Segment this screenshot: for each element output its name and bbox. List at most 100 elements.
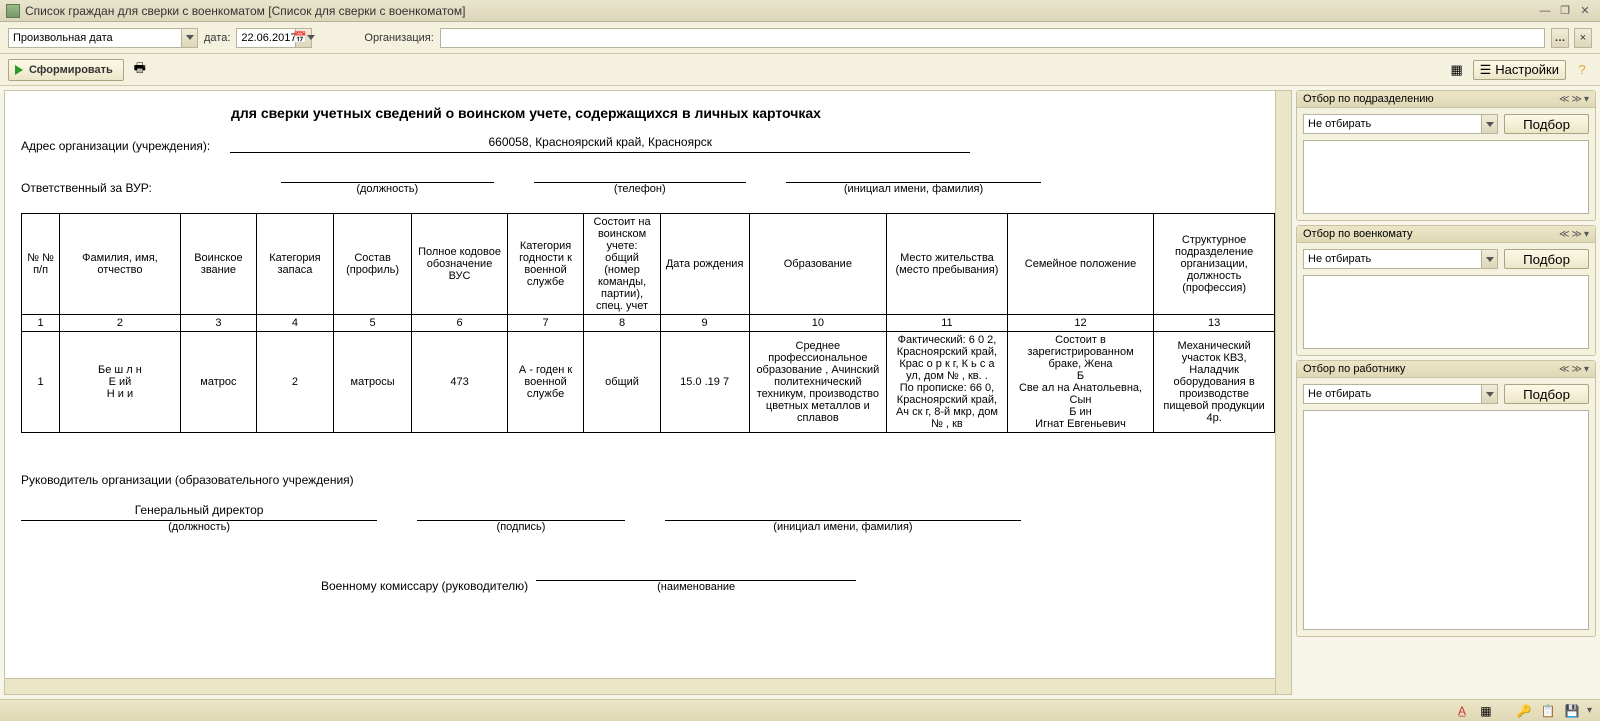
play-icon (15, 65, 23, 75)
cell-vus: 473 (412, 332, 507, 433)
report-header: для сверки учетных сведений о воинском у… (231, 105, 1275, 121)
commissar-label: Военному комиссару (руководителю) (321, 579, 528, 593)
clipboard-icon[interactable]: 📋 (1539, 703, 1557, 719)
hint-position: (должность) (281, 183, 494, 195)
hint-name: (наименование (536, 581, 856, 593)
nav-right-icon[interactable]: ≫ (1572, 364, 1582, 375)
filters-panel: Отбор по подразделению ≪ ≫ ▾ Не отбирать… (1296, 90, 1596, 695)
colnum: 6 (412, 315, 507, 332)
save-icon[interactable]: 💾 (1563, 703, 1581, 719)
chevron-down-icon[interactable] (181, 29, 197, 47)
cell-edu: Среднее профессиональное образование , А… (749, 332, 887, 433)
filter-dept: Отбор по подразделению ≪ ≫ ▾ Не отбирать… (1296, 90, 1596, 221)
colnum: 7 (507, 315, 584, 332)
date-mode-select[interactable]: Произвольная дата (8, 28, 198, 48)
key-icon[interactable]: 🔑 (1515, 703, 1533, 719)
table-icon[interactable]: ▦ (1477, 703, 1495, 719)
chevron-down-icon[interactable] (1481, 385, 1497, 403)
address-value: 660058, Красноярский край, Красноярск (230, 135, 970, 153)
nav-right-icon[interactable]: ≫ (1572, 229, 1582, 240)
print-icon[interactable]: 🖶 (130, 60, 150, 80)
filter-dept-list[interactable] (1303, 140, 1589, 214)
org-clear-button[interactable]: × (1574, 28, 1592, 48)
director-init-line (665, 503, 1021, 521)
vertical-scrollbar[interactable] (1275, 91, 1291, 694)
date-mode-value: Произвольная дата (13, 32, 113, 44)
filter-office-list[interactable] (1303, 275, 1589, 349)
settings-label: Настройки (1495, 62, 1559, 77)
help-icon[interactable]: ? (1572, 60, 1592, 80)
horizontal-scrollbar[interactable] (5, 678, 1275, 694)
org-picker-button[interactable]: … (1551, 28, 1569, 48)
col-account: Состоит на воинском учете: общий (номер … (584, 214, 660, 315)
vur-phone-line (534, 165, 747, 183)
data-table: № № п/п Фамилия, имя, отчество Воинское … (21, 213, 1275, 433)
filter-dept-mode[interactable]: Не отбирать (1303, 114, 1498, 134)
app-icon (6, 4, 20, 18)
cell-cat: 2 (257, 332, 334, 433)
col-position: Структурное подразделение организации, д… (1154, 214, 1275, 315)
filter-office-pick[interactable]: Подбор (1504, 249, 1589, 269)
hint-signature: (подпись) (417, 521, 625, 533)
col-num: № № п/п (22, 214, 60, 315)
run-label: Сформировать (29, 64, 113, 76)
date-input[interactable]: 22.06.2017 📅 (236, 28, 312, 48)
chevron-down-icon[interactable]: ▾ (1584, 229, 1589, 240)
col-family: Семейное положение (1007, 214, 1153, 315)
col-vus: Полное кодовое обозначение ВУС (412, 214, 507, 315)
window-close-icon[interactable]: ✕ (1576, 4, 1594, 18)
chevron-down-icon[interactable]: ▾ (1584, 364, 1589, 375)
cell-account: общий (584, 332, 660, 433)
filter-office-title: Отбор по военкомату (1303, 228, 1413, 240)
filter-worker: Отбор по работнику ≪ ≫ ▾ Не отбирать Под… (1296, 360, 1596, 637)
colnum: 2 (60, 315, 181, 332)
calendar-icon[interactable]: 📅 (295, 29, 311, 47)
chevron-down-icon[interactable]: ▾ (1587, 705, 1592, 716)
hint-initials2: (инициал имени, фамилия) (665, 521, 1021, 533)
filter-dept-title: Отбор по подразделению (1303, 93, 1434, 105)
chevron-down-icon[interactable]: ▾ (1584, 94, 1589, 105)
cell-profile: матросы (333, 332, 412, 433)
cell-fam: Состоит в зарегистрированном браке, Жена… (1007, 332, 1153, 433)
filter-worker-list[interactable] (1303, 410, 1589, 630)
colnum: 1 (22, 315, 60, 332)
grid-icon[interactable]: ▦ (1447, 60, 1467, 80)
date-label: дата: (204, 32, 230, 44)
hint-initials: (инициал имени, фамилия) (786, 183, 1041, 195)
col-addr: Место жительства (место пребывания) (887, 214, 1008, 315)
filter-worker-mode-value: Не отбирать (1308, 388, 1371, 400)
col-profile: Состав (профиль) (333, 214, 412, 315)
organization-input[interactable] (440, 28, 1545, 48)
hint-phone: (телефон) (534, 183, 747, 195)
vur-position-line (281, 165, 494, 183)
window-title: Список граждан для сверки с военкоматом … (25, 4, 465, 18)
nav-left-icon[interactable]: ≪ (1559, 94, 1569, 105)
window-minimize-icon[interactable]: — (1536, 4, 1554, 18)
col-fit: Категория годности к военной службе (507, 214, 584, 315)
report-area[interactable]: для сверки учетных сведений о воинском у… (4, 90, 1292, 695)
cell-n: 1 (22, 332, 60, 433)
colnum: 9 (660, 315, 749, 332)
window-restore-icon[interactable]: ❐ (1556, 4, 1574, 18)
hint-position2: (должность) (21, 521, 377, 533)
colnum: 4 (257, 315, 334, 332)
cell-fit: А - годен к военной службе (507, 332, 584, 433)
vur-label: Ответственный за ВУР: (21, 181, 261, 195)
nav-left-icon[interactable]: ≪ (1559, 364, 1569, 375)
chevron-down-icon[interactable] (1481, 250, 1497, 268)
settings-button[interactable]: ☰ Настройки (1473, 60, 1566, 80)
nav-left-icon[interactable]: ≪ (1559, 229, 1569, 240)
filter-office: Отбор по военкомату ≪ ≫ ▾ Не отбирать По… (1296, 225, 1596, 356)
colnum: 10 (749, 315, 887, 332)
font-icon[interactable]: A̲ (1453, 703, 1471, 719)
filter-worker-pick[interactable]: Подбор (1504, 384, 1589, 404)
nav-right-icon[interactable]: ≫ (1572, 94, 1582, 105)
colnum-row: 1 2 3 4 5 6 7 8 9 10 11 12 13 (22, 315, 1275, 332)
parameters-toolbar: Произвольная дата дата: 22.06.2017 📅 Орг… (0, 22, 1600, 54)
director-position: Генеральный директор (21, 503, 377, 521)
filter-worker-mode[interactable]: Не отбирать (1303, 384, 1498, 404)
filter-office-mode[interactable]: Не отбирать (1303, 249, 1498, 269)
chevron-down-icon[interactable] (1481, 115, 1497, 133)
filter-dept-pick[interactable]: Подбор (1504, 114, 1589, 134)
run-button[interactable]: Сформировать (8, 59, 124, 81)
